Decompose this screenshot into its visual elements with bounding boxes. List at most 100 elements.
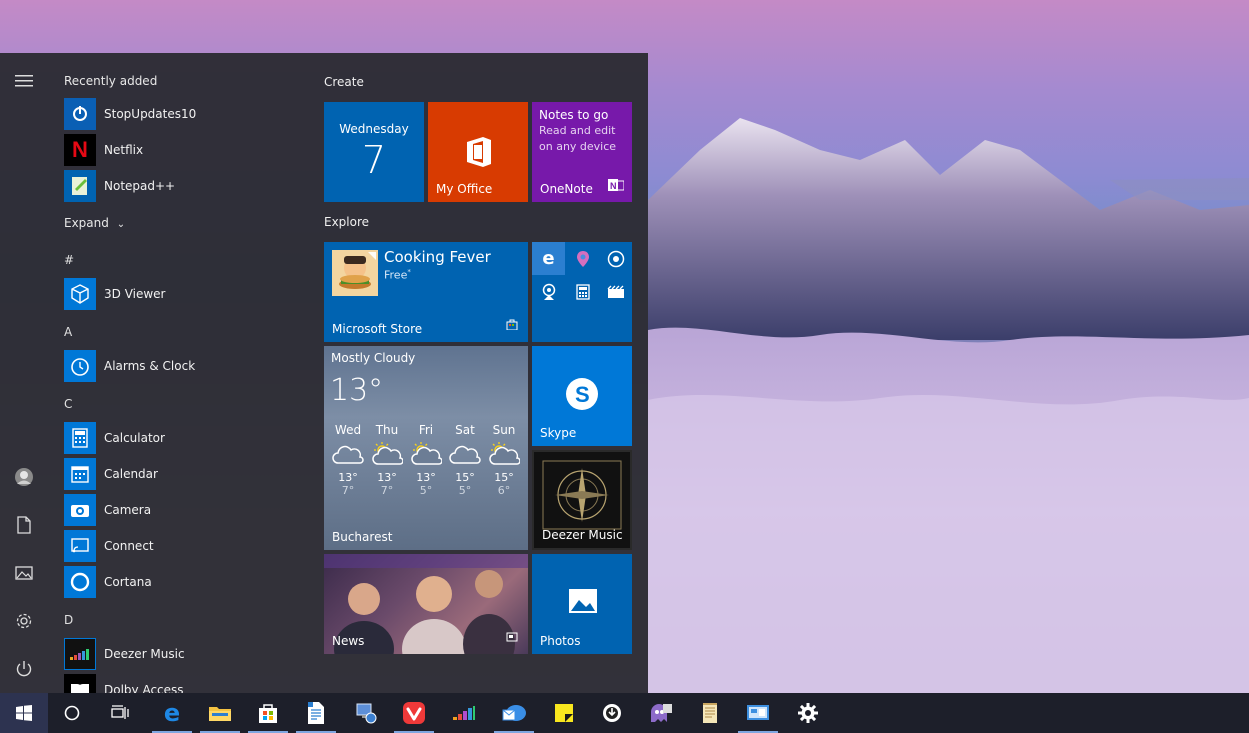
taskbar-deezer[interactable] xyxy=(440,693,488,733)
start-menu: Recently added StopUpdates10 N Netflix N… xyxy=(0,53,648,693)
onenote-subtitle-1: Read and edit xyxy=(539,124,616,137)
taskbar-ghost-app[interactable] xyxy=(636,693,684,733)
app-item-stopupdates10[interactable]: StopUpdates10 xyxy=(64,97,196,131)
forecast-high: 15° xyxy=(494,471,514,484)
taskbar-wordpad[interactable] xyxy=(292,693,340,733)
forecast-high: 13° xyxy=(416,471,436,484)
deezer-music-tile[interactable]: Deezer Music xyxy=(532,450,632,550)
app-item-netflix[interactable]: N Netflix xyxy=(64,133,143,167)
cortana-search-button[interactable] xyxy=(48,693,96,733)
task-view-button[interactable] xyxy=(96,693,144,733)
edge-icon[interactable]: e xyxy=(532,242,565,275)
partly-sunny-icon xyxy=(406,437,446,471)
photos-icon xyxy=(568,588,598,618)
cooking-fever-icon xyxy=(332,250,378,296)
store-featured-app: Cooking Fever xyxy=(384,248,491,266)
section-letter-d[interactable]: D xyxy=(64,613,73,627)
ghost-icon xyxy=(651,704,672,722)
app-item-notepadpp[interactable]: Notepad++ xyxy=(64,169,175,203)
recently-added-header: Recently added xyxy=(64,74,158,88)
start-button[interactable] xyxy=(0,693,48,733)
taskbar-mail[interactable] xyxy=(490,693,538,733)
app-item-alarms-clock[interactable]: Alarms & Clock xyxy=(64,349,195,383)
app-item-calendar[interactable]: Calendar xyxy=(64,457,158,491)
calendar-tile[interactable]: Wednesday 7 xyxy=(324,102,424,202)
sticky-note-icon xyxy=(555,704,573,722)
app-item-cortana[interactable]: Cortana xyxy=(64,565,152,599)
forecast-low: 7° xyxy=(341,484,355,497)
taskbar-sticky-notes[interactable] xyxy=(540,693,588,733)
weather-city: Bucharest xyxy=(332,530,393,544)
power-icon[interactable] xyxy=(0,647,48,691)
news-tile[interactable]: News xyxy=(324,554,528,654)
app-folder-tile[interactable]: e xyxy=(532,242,632,342)
microsoft-store-tile[interactable]: Cooking Fever Free* Microsoft Store xyxy=(324,242,528,342)
group-title-create[interactable]: Create xyxy=(324,75,364,89)
taskbar-edge[interactable]: e xyxy=(148,693,196,733)
section-letter-hash[interactable]: # xyxy=(64,253,74,267)
taskbar-notepad-app[interactable] xyxy=(686,693,734,733)
app-label: Netflix xyxy=(104,143,144,157)
app-item-deezer-music[interactable]: Deezer Music xyxy=(64,637,185,671)
svg-text:N: N xyxy=(610,181,617,191)
tile-label: My Office xyxy=(436,182,493,196)
maps-pin-icon[interactable] xyxy=(566,242,599,275)
forecast-day-name: Fri xyxy=(418,423,434,437)
onenote-subtitle-2: on any device xyxy=(539,140,617,153)
taskbar-vivaldi[interactable] xyxy=(390,693,438,733)
user-avatar-icon[interactable] xyxy=(0,455,48,499)
tile-label: OneNote xyxy=(540,182,593,196)
forecast-high: 15° xyxy=(455,471,475,484)
documents-icon[interactable] xyxy=(0,503,48,547)
app-item-3d-viewer[interactable]: 3D Viewer xyxy=(64,277,165,311)
tile-label: News xyxy=(332,634,365,648)
group-title-explore[interactable]: Explore xyxy=(324,215,369,229)
forecast-high: 13° xyxy=(338,471,358,484)
app-item-dolby-access[interactable]: Dolby Access xyxy=(64,673,184,693)
groove-music-icon[interactable] xyxy=(599,242,632,275)
forecast-day-wed: Wed 13° 7° xyxy=(328,423,368,497)
settings-gear-icon[interactable] xyxy=(0,599,48,643)
calendar-icon xyxy=(64,458,96,490)
remote-desktop-icon xyxy=(747,705,769,720)
forecast-low: 6° xyxy=(497,484,511,497)
forecast-day-sun: Sun 15° 6° xyxy=(484,423,524,497)
app-label: Cortana xyxy=(104,575,152,589)
app-item-connect[interactable]: Connect xyxy=(64,529,154,563)
section-letter-c[interactable]: C xyxy=(64,397,72,411)
store-bag-icon xyxy=(259,704,277,723)
circle-icon xyxy=(64,705,80,721)
hamburger-menu-icon[interactable] xyxy=(0,59,48,103)
pictures-icon[interactable] xyxy=(0,551,48,595)
section-letter-a[interactable]: A xyxy=(64,325,72,339)
app-item-camera[interactable]: Camera xyxy=(64,493,151,527)
forecast-low: 5° xyxy=(458,484,472,497)
office-logo-icon xyxy=(465,136,493,172)
app-label: Dolby Access xyxy=(104,683,184,693)
taskbar-store[interactable] xyxy=(244,693,292,733)
taskbar-file-explorer[interactable] xyxy=(196,693,244,733)
forecast-day-fri: Fri 13° 5° xyxy=(406,423,446,497)
taskbar-remote-desktop[interactable] xyxy=(734,693,782,733)
weather-tile[interactable]: Mostly Cloudy 13° Wed 13° 7° Thu 13° 7° … xyxy=(324,346,528,550)
skype-tile[interactable]: S Skype xyxy=(532,346,632,446)
forecast-day-name: Sat xyxy=(455,423,475,437)
photos-tile[interactable]: Photos xyxy=(532,554,632,654)
tile-label: Skype xyxy=(540,426,577,440)
mail-cloud-icon xyxy=(502,705,526,721)
app-label: Alarms & Clock xyxy=(104,359,196,373)
expand-button[interactable]: Expand ⌄ xyxy=(64,216,125,230)
taskbar-network-app[interactable] xyxy=(342,693,390,733)
app-item-calculator[interactable]: Calculator xyxy=(64,421,165,455)
calculator-icon xyxy=(64,422,96,454)
deezer-icon xyxy=(64,638,96,670)
folder-icon xyxy=(209,707,231,721)
my-office-tile[interactable]: My Office xyxy=(428,102,528,202)
forecast-day-name: Wed xyxy=(334,423,362,437)
movies-tv-icon[interactable] xyxy=(599,275,632,308)
webcam-icon[interactable] xyxy=(532,275,565,308)
taskbar-app-circle[interactable] xyxy=(588,693,636,733)
onenote-tile[interactable]: Notes to go Read and edit on any device … xyxy=(532,102,632,202)
taskbar-settings[interactable] xyxy=(784,693,832,733)
calculator-small-icon[interactable] xyxy=(566,275,599,308)
